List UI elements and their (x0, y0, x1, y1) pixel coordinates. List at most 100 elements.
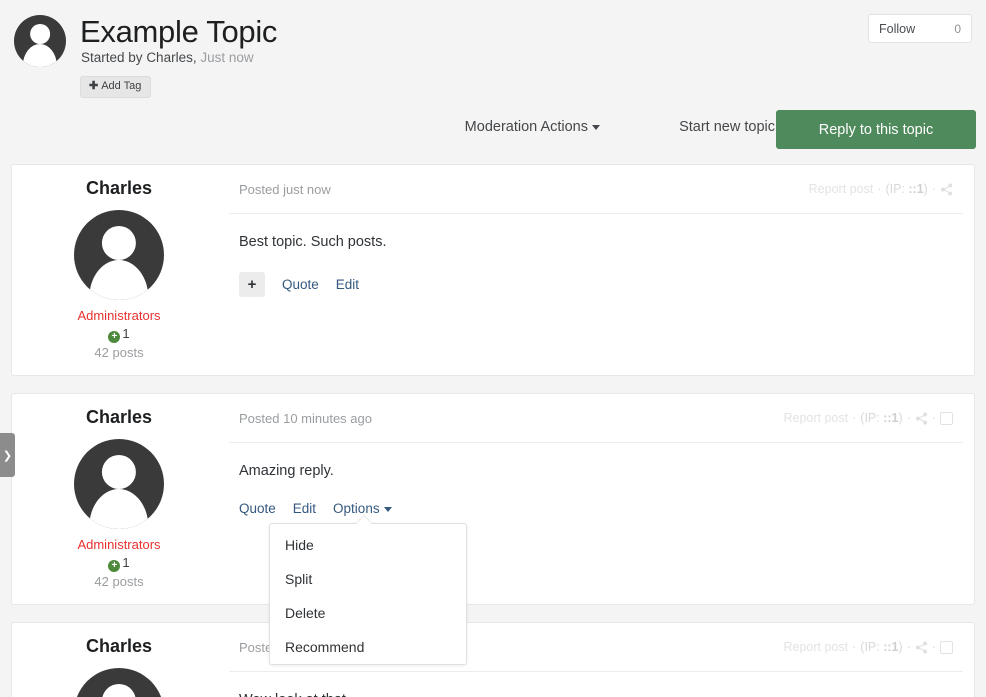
post-ip-address: (IP: ::1) (885, 182, 928, 196)
post-body: Amazing reply. (239, 463, 334, 479)
tools-separator: · (877, 182, 882, 196)
post-ip-address: (IP: ::1) (860, 640, 903, 654)
reputation-badge-icon: + (108, 331, 121, 343)
topic-byline: Started by Charles, Just now (81, 50, 254, 65)
post-author-avatar[interactable] (74, 210, 164, 300)
edit-link[interactable]: Edit (293, 501, 316, 516)
chevron-down-icon (383, 506, 392, 512)
post-body: Wow look at that (239, 692, 963, 697)
topic-page: Example Topic Started by Charles, Just n… (0, 0, 986, 697)
chevron-right-icon: ❯ (2, 449, 13, 462)
post-author-postcount: 42 posts (94, 574, 144, 589)
post-actions: + Quote Edit (239, 272, 963, 297)
share-icon[interactable] (915, 640, 928, 654)
quote-link[interactable]: Quote (282, 277, 319, 292)
topic-starter-avatar[interactable] (14, 15, 66, 67)
post-actions: Quote Edit Options (239, 501, 963, 516)
dropdown-item-split[interactable]: Split (270, 562, 466, 596)
tools-separator-2: · (906, 411, 911, 425)
post-author-reputation: +1 (12, 555, 226, 572)
post-author-block: Charles Administrators +1 42 posts (12, 165, 226, 360)
add-tag-button[interactable]: ✚ Add Tag (80, 76, 152, 98)
tools-separator-3: · (931, 640, 936, 654)
report-post-link[interactable]: Report post (783, 640, 848, 654)
post-select-checkbox[interactable] (940, 411, 953, 425)
avatar-head-shape (30, 24, 50, 45)
avatar-head-shape (101, 226, 137, 261)
post-options-dropdown-menu: Hide Split Delete Recommend (269, 515, 467, 665)
byline-comma: , (192, 50, 197, 65)
share-icon[interactable] (915, 411, 928, 425)
post-author-name[interactable]: Charles (12, 636, 226, 657)
topic-author-link[interactable]: Charles (146, 50, 193, 65)
edit-link[interactable]: Edit (336, 277, 359, 292)
topic-action-bar: Moderation Actions Start new topic Reply… (0, 108, 986, 152)
react-plus-button[interactable]: + (239, 272, 265, 297)
sidebar-expand-tab[interactable]: ❯ (0, 433, 15, 477)
post-tools: Report post · (IP: ::1) · · (783, 411, 953, 425)
post-author-postcount: 42 posts (94, 345, 144, 360)
reputation-badge-icon: + (108, 560, 121, 572)
reputation-value: 1 (122, 555, 130, 570)
post-body: Best topic. Such posts. (239, 234, 387, 250)
reply-to-topic-label: Reply to this topic (818, 121, 934, 138)
post-tools: Report post · (IP: ::1) · (809, 182, 953, 196)
follow-button[interactable]: Follow 0 (868, 14, 972, 43)
report-post-link[interactable]: Report post (809, 182, 874, 196)
start-new-topic-button[interactable]: Start new topic (679, 119, 775, 135)
post-timestamp: Posted 10 minutes ago (239, 411, 372, 426)
avatar-body-shape (22, 44, 58, 67)
post-card: Charles Administrators +1 42 posts Poste… (11, 164, 975, 376)
moderation-actions-label: Moderation Actions (464, 119, 588, 135)
post-meta: Posted just now Report post · (IP: ::1) … (229, 176, 963, 214)
post-author-name[interactable]: Charles (12, 178, 226, 199)
options-dropdown-toggle[interactable]: Options (333, 501, 392, 516)
follow-label: Follow (879, 21, 916, 36)
post-author-block: Charles Administrators +1 42 posts (12, 394, 226, 589)
topic-header: Example Topic Started by Charles, Just n… (0, 0, 986, 104)
tools-separator-2: · (906, 640, 911, 654)
post-author-rank: Administrators (77, 308, 161, 323)
post-meta: Posted 10 minutes ago Report post · (IP:… (229, 405, 963, 443)
tools-separator: · (852, 411, 857, 425)
post-tools: Report post · (IP: ::1) · · (783, 640, 953, 654)
post-author-block: Charles Administrators +1 42 posts (12, 623, 226, 697)
page-title: Example Topic (80, 14, 278, 49)
post-author-name[interactable]: Charles (12, 407, 226, 428)
post-select-checkbox[interactable] (940, 640, 953, 654)
post-card: Charles Administrators +1 42 posts Poste… (11, 393, 975, 605)
reply-to-topic-button[interactable]: Reply to this topic (776, 110, 976, 149)
follow-count: 0 (954, 21, 961, 36)
post-timestamp: Posted just now (239, 182, 331, 197)
quote-link[interactable]: Quote (239, 501, 276, 516)
post-author-avatar[interactable] (74, 439, 164, 529)
post-card: Charles Administrators +1 42 posts Poste… (11, 622, 975, 697)
report-post-link[interactable]: Report post (783, 411, 848, 425)
post-author-reputation: +1 (12, 326, 226, 343)
tools-separator: · (852, 640, 857, 654)
chevron-down-icon (592, 124, 600, 130)
add-tag-label: Add Tag (101, 80, 142, 92)
started-by-label: Started by (81, 50, 143, 65)
dropdown-item-hide[interactable]: Hide (270, 528, 466, 562)
dropdown-item-delete[interactable]: Delete (270, 596, 466, 630)
topic-time: Just now (200, 50, 254, 65)
post-main: Posted just now Report post · (IP: ::1) … (229, 165, 963, 297)
dropdown-item-recommend[interactable]: Recommend (270, 630, 466, 664)
moderation-actions-dropdown[interactable]: Moderation Actions (465, 119, 600, 135)
post-author-avatar[interactable] (74, 668, 164, 697)
tools-separator-3: · (931, 411, 936, 425)
share-icon[interactable] (940, 182, 953, 196)
avatar-head-shape (101, 684, 137, 697)
plus-icon: ✚ (89, 80, 99, 92)
options-label: Options (333, 501, 380, 516)
post-main: Posted 10 minutes ago Report post · (IP:… (229, 394, 963, 516)
avatar-body-shape (89, 489, 149, 529)
start-new-topic-label: Start new topic (679, 119, 775, 135)
post-ip-address: (IP: ::1) (860, 411, 903, 425)
reputation-value: 1 (122, 326, 130, 341)
dropdown-arrow-inner-icon (356, 516, 372, 524)
avatar-head-shape (101, 455, 137, 490)
post-author-rank: Administrators (77, 537, 161, 552)
avatar-body-shape (89, 260, 149, 300)
